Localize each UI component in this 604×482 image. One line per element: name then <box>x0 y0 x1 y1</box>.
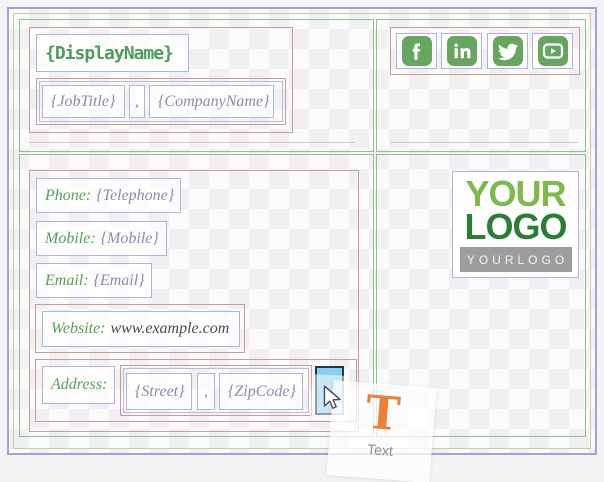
street-placeholder: {Street} <box>135 383 185 401</box>
linkedin-icon <box>447 36 477 66</box>
zipcode-placeholder: {ZipCode} <box>228 383 296 401</box>
social-twitter-button[interactable] <box>487 33 528 69</box>
zipcode-field[interactable]: {ZipCode} <box>219 373 303 410</box>
social-facebook-button[interactable] <box>396 33 437 69</box>
job-title-field[interactable]: {JobTitle} <box>42 85 125 118</box>
twitter-icon <box>493 36 523 66</box>
email-placeholder: {Email} <box>94 272 145 290</box>
display-name-field[interactable]: {DisplayName} <box>36 34 189 72</box>
youtube-icon <box>538 36 568 66</box>
social-linkedin-button[interactable] <box>441 33 482 69</box>
mobile-placeholder: {Mobile} <box>101 230 159 248</box>
website-label: Website: <box>51 320 106 338</box>
website-field[interactable]: Website: www.example.com <box>42 311 240 347</box>
email-field[interactable]: Email: {Email} <box>36 263 152 298</box>
social-youtube-button[interactable] <box>532 33 573 69</box>
email-label: Email: <box>45 272 89 290</box>
text-tool-label: Text <box>367 441 394 459</box>
mouse-cursor-icon <box>319 385 345 418</box>
separator-field[interactable]: , <box>129 85 145 118</box>
display-name-text: {DisplayName} <box>45 43 173 64</box>
phone-placeholder: {Telephone} <box>96 187 174 205</box>
logo-text-logo: LOGO <box>465 210 567 243</box>
text-tool-icon: T <box>364 389 402 438</box>
address-label: Address: <box>51 376 107 394</box>
company-name-text: {CompanyName} <box>158 93 269 111</box>
address-separator-field[interactable]: , <box>197 373 215 410</box>
street-field[interactable]: {Street} <box>126 373 192 410</box>
phone-field[interactable]: Phone: {Telephone} <box>36 178 181 213</box>
top-right-divider <box>390 142 578 143</box>
top-left-divider <box>29 142 355 143</box>
company-name-field[interactable]: {CompanyName} <box>149 85 274 118</box>
logo-badge: YOURLOGO <box>460 247 572 272</box>
address-separator-text: , <box>204 383 208 401</box>
phone-label: Phone: <box>45 187 91 205</box>
job-title-text: {JobTitle} <box>51 93 115 111</box>
facebook-icon <box>402 36 432 66</box>
mobile-field[interactable]: Mobile: {Mobile} <box>36 221 167 256</box>
signature-template-editor: {DisplayName} {JobTitle} , {CompanyName} <box>0 0 604 482</box>
mobile-label: Mobile: <box>45 230 96 248</box>
address-label-field[interactable]: Address: <box>42 366 115 404</box>
website-value: www.example.com <box>111 320 230 338</box>
logo-placeholder[interactable]: YOUR LOGO YOURLOGO <box>452 171 579 278</box>
separator-text: , <box>135 93 139 111</box>
